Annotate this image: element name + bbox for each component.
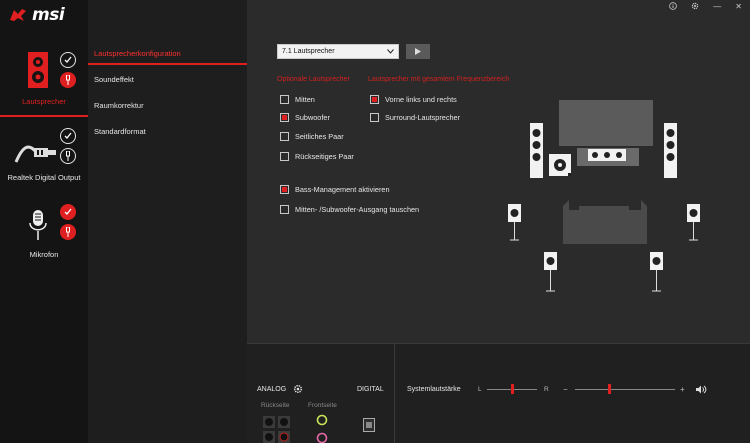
balance-left-label: L xyxy=(478,386,482,393)
minimize-button[interactable]: — xyxy=(713,2,721,11)
checkbox-box xyxy=(370,113,379,122)
checkbox-box xyxy=(280,185,289,194)
check-icon xyxy=(60,52,76,68)
sofa xyxy=(563,200,647,244)
checkbox-front-lr[interactable]: Vorne links und rechts xyxy=(370,95,457,104)
speaker-layout-diagram xyxy=(508,100,700,292)
play-icon xyxy=(415,48,421,55)
rear-left-speaker xyxy=(544,252,557,292)
settings-menu: Lautsprecherkonfiguration Soundeffekt Ra… xyxy=(88,0,247,443)
rear-jacks xyxy=(263,416,290,443)
side-left-speaker xyxy=(508,204,521,241)
device-label: Mikrofon xyxy=(29,250,59,259)
checkbox-label: Subwoofer xyxy=(295,113,330,122)
optical-cable-icon xyxy=(14,145,56,163)
front-jacks xyxy=(316,414,328,443)
volume-minus-label: − xyxy=(563,385,568,394)
system-volume-label: Systemlautstärke xyxy=(407,386,461,393)
digital-label: DIGITAL xyxy=(357,386,384,393)
active-menu-underline xyxy=(88,63,247,65)
checkbox-box xyxy=(280,113,289,122)
checkbox-side-pair[interactable]: Seitliches Paar xyxy=(280,132,344,141)
side-right-speaker xyxy=(687,204,700,241)
checkbox-center[interactable]: Mitten xyxy=(280,95,315,104)
menu-item-default-format[interactable]: Standardformat xyxy=(94,127,146,136)
checkbox-box xyxy=(370,95,379,104)
volume-plus-label: + xyxy=(680,385,685,394)
checkbox-box xyxy=(280,132,289,141)
rear-right-speaker xyxy=(650,252,663,292)
optional-speakers-heading: Optionale Lautsprecher xyxy=(277,76,350,83)
menu-item-sound-effect[interactable]: Soundeffekt xyxy=(94,75,134,84)
speaker-config-value: 7.1 Lautsprecher xyxy=(282,48,335,55)
front-panel-label: Frontseite xyxy=(308,402,337,409)
checkbox-label: Rückseitiges Paar xyxy=(295,152,354,161)
checkbox-label: Mitten- /Subwoofer-Ausgang tauschen xyxy=(295,205,420,214)
check-icon xyxy=(60,204,76,220)
play-test-button[interactable] xyxy=(406,44,430,59)
main-panel: — ✕ 7.1 Lautsprecher Optionale Lautsprec… xyxy=(247,0,750,343)
checkbox-box xyxy=(280,95,289,104)
gear-icon[interactable] xyxy=(691,2,699,10)
dragon-icon xyxy=(10,9,26,21)
checkbox-label: Bass-Management aktivieren xyxy=(295,185,390,194)
info-icon[interactable] xyxy=(669,2,678,10)
fullrange-speakers-heading: Lautsprecher mit gesamtem Frequenzbereic… xyxy=(368,76,510,83)
chevron-down-icon xyxy=(387,49,394,54)
window-controls: — ✕ xyxy=(669,0,742,12)
subwoofer-speaker xyxy=(549,154,571,176)
checkbox-box xyxy=(280,205,289,214)
active-device-underline xyxy=(0,115,88,117)
rear-panel-label: Rückseite xyxy=(261,402,290,409)
menu-item-room-correction[interactable]: Raumkorrektur xyxy=(94,101,144,110)
device-microphone[interactable]: Mikrofon xyxy=(0,202,88,272)
tv-screen xyxy=(559,100,653,146)
menu-item-speaker-config[interactable]: Lautsprecherkonfiguration xyxy=(94,49,181,58)
device-label: Lautsprecher xyxy=(22,97,66,106)
logo-text: msi xyxy=(32,5,65,25)
jack-icon xyxy=(60,224,76,240)
checkbox-subwoofer[interactable]: Subwoofer xyxy=(280,113,330,122)
checkbox-label: Mitten xyxy=(295,95,315,104)
speaker-config-select[interactable]: 7.1 Lautsprecher xyxy=(277,44,399,59)
device-label: Realtek Digital Output xyxy=(7,173,81,182)
msi-logo: msi xyxy=(8,4,65,26)
jack-icon xyxy=(60,148,76,164)
checkbox-rear-pair[interactable]: Rückseitiges Paar xyxy=(280,152,354,161)
front-left-speaker xyxy=(530,123,543,178)
checkbox-label: Surround-Lautsprecher xyxy=(385,113,461,122)
checkbox-label: Seitliches Paar xyxy=(295,132,344,141)
analog-label: ANALOG xyxy=(257,386,287,393)
jack-icon xyxy=(60,72,76,88)
check-icon xyxy=(60,128,76,144)
balance-right-label: R xyxy=(544,386,549,393)
checkbox-bass-management[interactable]: Bass-Management aktivieren xyxy=(280,185,390,194)
checkbox-label: Vorne links und rechts xyxy=(385,95,457,104)
microphone-icon xyxy=(29,210,47,240)
center-speaker xyxy=(588,149,626,161)
device-sidebar: msi Lautsprecher Realtek Digital Output … xyxy=(0,0,88,443)
front-right-speaker xyxy=(664,123,677,178)
checkbox-swap-center-sub[interactable]: Mitten- /Subwoofer-Ausgang tauschen xyxy=(280,205,419,214)
speaker-volume-icon[interactable] xyxy=(696,385,707,394)
device-speakers[interactable]: Lautsprecher xyxy=(0,44,88,114)
checkbox-box xyxy=(280,152,289,161)
device-digital-output[interactable]: Realtek Digital Output xyxy=(0,124,88,194)
volume-slider[interactable] xyxy=(575,389,675,390)
optical-port-icon xyxy=(363,418,375,432)
app-window: msi Lautsprecher Realtek Digital Output … xyxy=(0,0,750,443)
close-button[interactable]: ✕ xyxy=(735,2,742,11)
volume-slider-thumb[interactable] xyxy=(607,384,611,394)
checkbox-surround[interactable]: Surround-Lautsprecher xyxy=(370,113,460,122)
speaker-icon xyxy=(28,52,48,88)
gear-icon[interactable] xyxy=(293,384,303,394)
connector-volume-bar: ANALOG DIGITAL Rückseite Frontseite Syst… xyxy=(247,343,750,443)
balance-slider-thumb[interactable] xyxy=(510,384,514,394)
